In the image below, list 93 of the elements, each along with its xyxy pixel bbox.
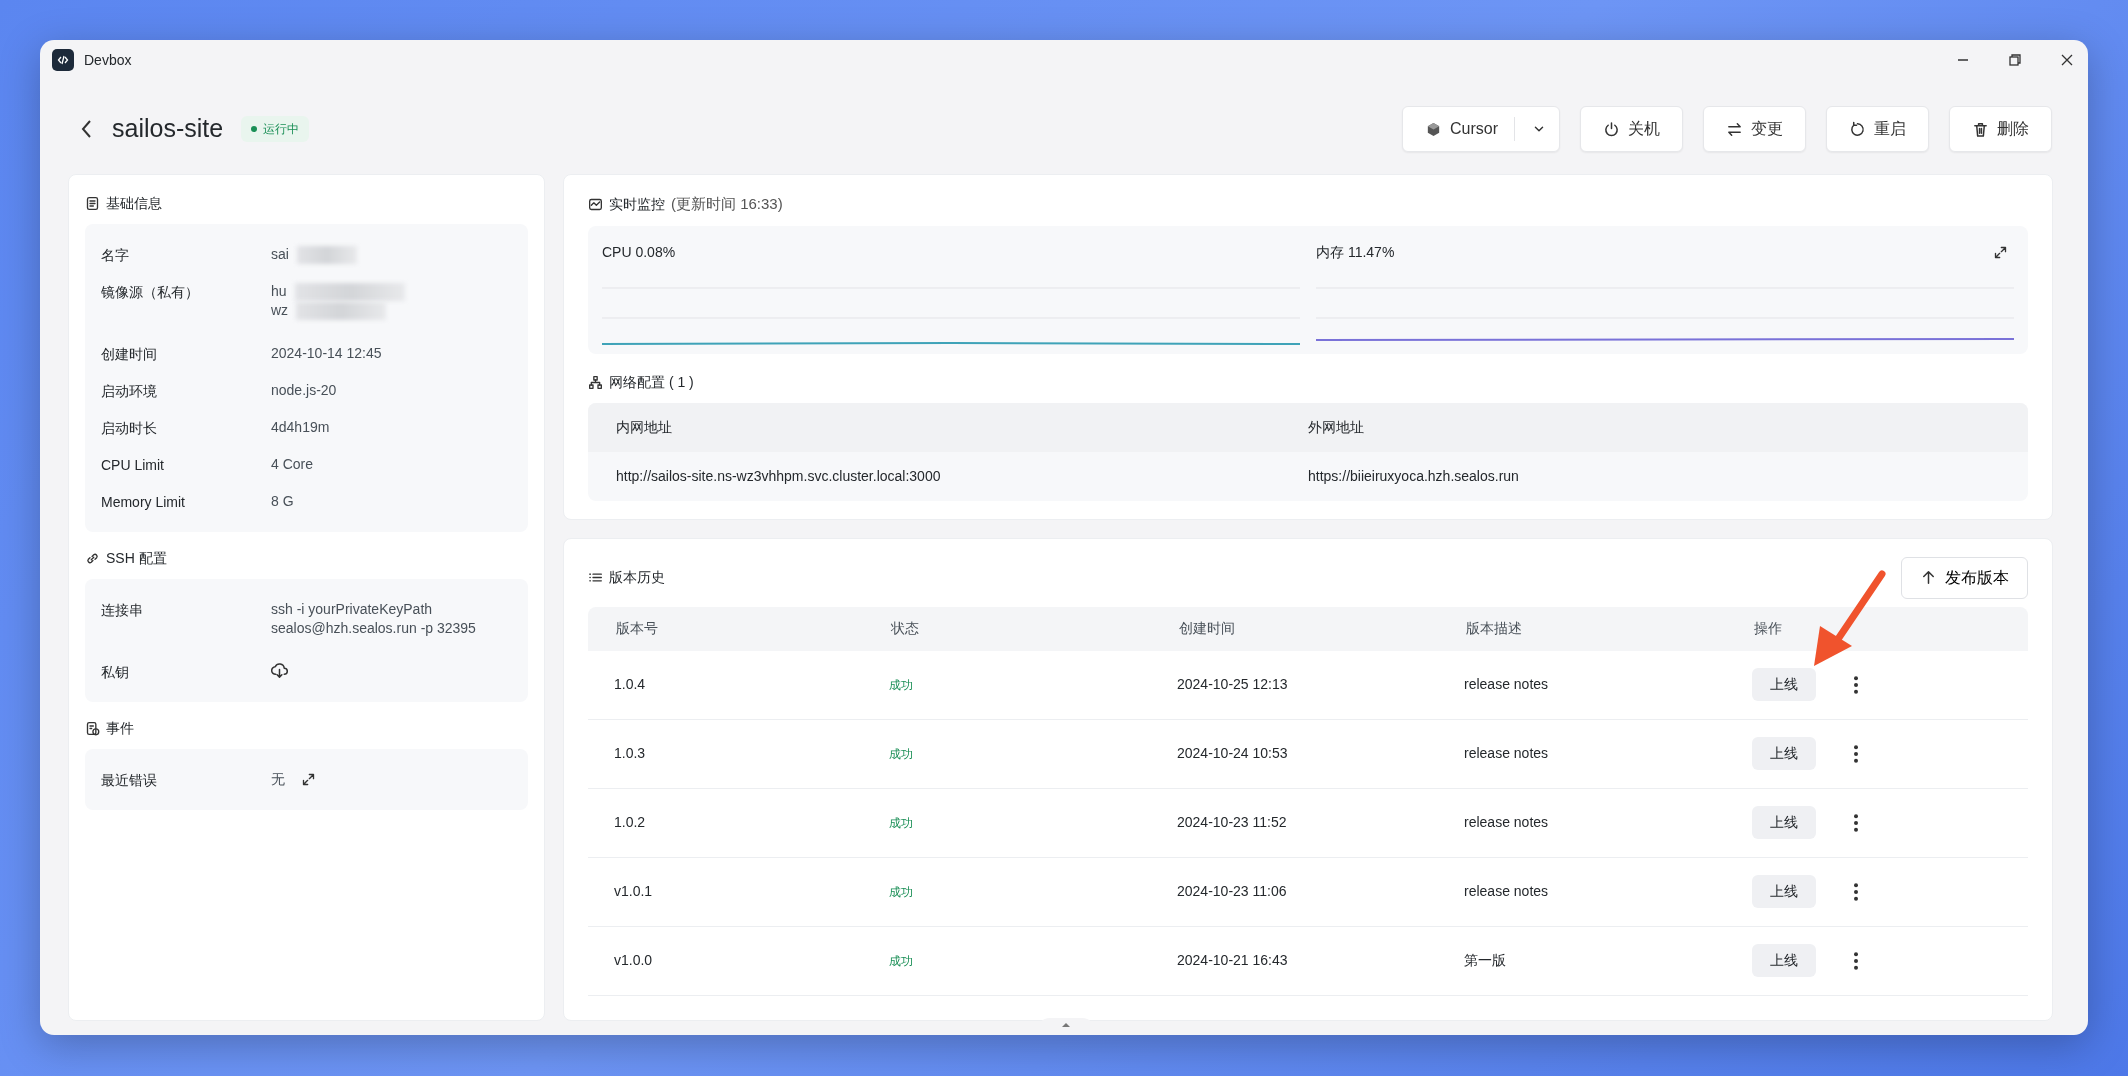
description-cell-text: release notes — [1464, 675, 1550, 694]
version-cell-text: 1.0.4 — [614, 675, 647, 694]
status-text: 成功 — [889, 747, 913, 761]
metric-label: CPU 0.08% — [602, 242, 676, 262]
description-cell-text: 第一版 — [1464, 951, 1507, 970]
action-button[interactable]: 删除 — [1949, 106, 2052, 152]
power-icon — [1603, 120, 1620, 138]
version-cell-text: 1.0.2 — [614, 813, 647, 832]
network-icon — [588, 374, 603, 390]
field-label: 镜像源（私有） — [101, 283, 200, 302]
date-cell-text: 2024-10-23 11:52 — [1177, 813, 1288, 832]
field-value: 4 Core — [271, 455, 314, 474]
expand-icon[interactable] — [1993, 244, 2008, 260]
cloud-download-icon[interactable] — [271, 662, 288, 679]
field-label: 启动时长 — [101, 419, 158, 438]
section-title: SSH 配置 — [106, 549, 167, 568]
field-label: 连接串 — [101, 601, 144, 620]
document-icon — [85, 196, 100, 211]
field-label: 启动环境 — [101, 382, 158, 401]
expand-icon[interactable] — [301, 772, 316, 787]
date-cell-text: 2024-10-21 16:43 — [1177, 951, 1289, 970]
restart-icon — [1849, 120, 1866, 138]
field-label: 创建时间 — [101, 345, 158, 364]
section-title: 事件 — [106, 719, 134, 738]
section-title: 网络配置 ( 1 ) — [609, 372, 694, 392]
description-cell-text: release notes — [1464, 813, 1550, 832]
field-label: 最近错误 — [101, 771, 158, 790]
status-badge: 运行中 — [241, 116, 310, 142]
field-value: 8 G — [271, 492, 294, 511]
metric-label: 内存 11.47% — [1316, 242, 1395, 262]
close-icon[interactable] — [2060, 53, 2074, 67]
field-value: node.js-20 — [271, 381, 337, 400]
ide-select-button[interactable]: Cursor — [1402, 106, 1560, 152]
column-header: 版本描述 — [1466, 619, 1523, 638]
monitor-icon — [588, 196, 603, 212]
status-text: 成功 — [889, 816, 913, 830]
action-button[interactable]: 重启 — [1826, 106, 1929, 152]
field-value: 无 — [271, 770, 285, 789]
action-button[interactable]: 关机 — [1580, 106, 1683, 152]
section-title: 版本历史 — [609, 568, 665, 587]
deploy-button[interactable]: 上线 — [1752, 737, 1816, 770]
field-label: Memory Limit — [101, 493, 186, 512]
address-cell-text: http://sailos-site.ns-wz3vhhpm.svc.cluster.local:3000 — [616, 466, 942, 486]
devbox-name: sailos-site — [112, 113, 224, 145]
deploy-button[interactable]: 上线 — [1752, 806, 1816, 839]
link-icon — [85, 551, 100, 566]
column-header: 创建时间 — [1179, 619, 1236, 638]
field-value: 2024-10-14 12:45 — [271, 344, 382, 363]
arrow-up-icon — [1920, 569, 1937, 586]
deploy-button[interactable]: 上线 — [1752, 875, 1816, 908]
action-button[interactable]: 变更 — [1703, 106, 1806, 152]
event-icon — [85, 721, 100, 736]
field-value: 4d4h19m — [271, 418, 330, 437]
back-icon[interactable] — [80, 118, 94, 140]
status-text: 成功 — [889, 885, 913, 899]
date-cell-text: 2024-10-23 11:06 — [1177, 882, 1288, 901]
description-cell-text: release notes — [1464, 882, 1550, 901]
field-value: hu — [271, 282, 287, 301]
deploy-button[interactable]: 上线 — [1752, 668, 1816, 701]
update-time: (更新时间 16:33) — [671, 194, 783, 214]
list-icon — [588, 570, 603, 585]
date-cell-text: 2024-10-24 10:53 — [1177, 744, 1289, 763]
column-header: 内网地址 — [616, 417, 673, 437]
column-header: 外网地址 — [1308, 417, 1365, 437]
column-header: 操作 — [1754, 619, 1782, 638]
description-cell-text: release notes — [1464, 744, 1550, 763]
address-cell-text: https://biieiruxyoca.hzh.sealos.run — [1308, 466, 1520, 486]
column-header: 状态 — [891, 619, 920, 638]
window-title: Devbox — [84, 50, 132, 70]
swap-arrows-icon — [1726, 120, 1743, 138]
field-value: ssh -i yourPrivateKeyPath — [271, 600, 433, 619]
column-header: 版本号 — [616, 619, 659, 638]
version-cell-text: 1.0.3 — [614, 744, 647, 763]
trash-icon — [1972, 120, 1989, 138]
section-title: 基础信息 — [106, 194, 162, 213]
deploy-button[interactable]: 上线 — [1752, 944, 1816, 977]
status-text: 成功 — [889, 954, 913, 968]
status-text: 成功 — [889, 678, 913, 692]
date-cell-text: 2024-10-25 12:13 — [1177, 675, 1289, 694]
field-value: sai — [271, 245, 289, 264]
section-title: 实时监控 — [609, 194, 665, 214]
redaction-blur — [296, 245, 357, 264]
app-logo-icon — [52, 49, 74, 71]
field-value: sealos@hzh.sealos.run -p 32395 — [271, 619, 476, 638]
field-label: 私钥 — [101, 663, 130, 682]
field-label: CPU Limit — [101, 456, 165, 475]
version-cell-text: v1.0.0 — [614, 951, 654, 970]
restore-icon[interactable] — [2008, 53, 2022, 67]
field-label: 名字 — [101, 246, 130, 265]
publish-button[interactable]: 发布版本 — [1901, 556, 2028, 599]
field-value: wz — [271, 301, 289, 320]
cube-icon — [1425, 120, 1442, 138]
version-cell-text: v1.0.1 — [614, 882, 654, 901]
